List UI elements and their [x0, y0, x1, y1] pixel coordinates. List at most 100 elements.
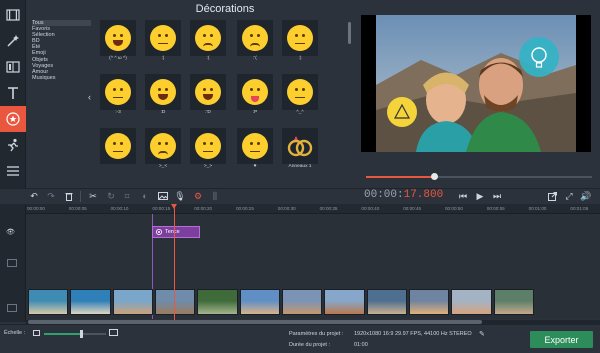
sticker-thumbnail — [100, 128, 136, 164]
emoji-sticker-icon — [195, 79, 221, 105]
next-frame-button[interactable]: ⏭ — [491, 190, 503, 202]
sticker-thumbnail — [145, 128, 181, 164]
export-button[interactable]: Exporter — [530, 331, 593, 348]
sticker-thumbnail — [190, 20, 226, 56]
video-clip-thumbnail[interactable] — [366, 289, 407, 315]
scale-label: Échelle : — [4, 330, 26, 336]
sticker-item[interactable] — [100, 128, 136, 172]
sticker-item[interactable]: :D — [145, 74, 181, 118]
sticker-thumbnail — [100, 20, 136, 56]
delete-button[interactable] — [63, 190, 75, 202]
sticker-clip[interactable]: Tence — [152, 226, 200, 238]
zoom-out-icon[interactable] — [33, 330, 40, 336]
collapse-panel-icon[interactable]: ‹ — [88, 92, 96, 106]
video-clip-thumbnail[interactable] — [197, 289, 238, 315]
preview-scrubber-handle[interactable] — [430, 173, 438, 180]
video-clip-thumbnail[interactable] — [239, 289, 280, 315]
motion-button[interactable] — [0, 132, 26, 158]
sticker-item[interactable]: :'( — [237, 20, 273, 64]
category-item[interactable]: Musiques — [32, 75, 91, 81]
equalizer-button[interactable]: ⫼ — [209, 190, 221, 202]
text-icon — [8, 87, 18, 99]
video-clip-thumbnail[interactable] — [451, 289, 492, 315]
color-adjust-button[interactable]: ◐ — [139, 190, 151, 202]
rings-sticker-icon — [287, 136, 313, 157]
crop-button[interactable]: ⌗ — [121, 190, 133, 202]
filters-button[interactable] — [0, 28, 26, 54]
playhead-handle[interactable] — [171, 204, 177, 209]
sticker-thumbnail — [282, 74, 318, 110]
ruler-tick-label: 00:00:45 — [403, 206, 422, 211]
detach-preview-button[interactable] — [546, 190, 558, 202]
more-icon — [7, 166, 19, 176]
split-button[interactable]: ✂ — [87, 190, 99, 202]
transitions-button[interactable] — [0, 54, 26, 80]
volume-button[interactable]: 🔊 — [580, 190, 592, 202]
playhead[interactable] — [174, 204, 175, 322]
undo-button[interactable]: ↶ — [28, 190, 40, 202]
ruler-tick-label: 00:00:15 — [152, 206, 171, 211]
sticker-item[interactable]: :| — [145, 20, 181, 64]
sticker-thumbnail — [190, 128, 226, 164]
sticker-item[interactable]: Anneaux 1 — [282, 128, 318, 172]
zoom-in-icon[interactable] — [109, 329, 118, 336]
video-track[interactable] — [28, 289, 534, 315]
sticker-item[interactable]: >_< — [145, 128, 181, 172]
video-clip-thumbnail[interactable] — [493, 289, 534, 315]
sticker-item[interactable]: :'D — [190, 74, 226, 118]
video-preview[interactable] — [361, 15, 591, 152]
import-media-button[interactable] — [0, 2, 26, 28]
ruler-tick-label: 00:00:30 — [277, 206, 296, 211]
video-clip-thumbnail[interactable] — [408, 289, 450, 315]
skip-back-icon: ⏮ — [458, 190, 468, 201]
zoom-slider-handle[interactable] — [80, 330, 84, 338]
gear-icon: ⚙ — [193, 190, 203, 201]
panel-title: Décorations — [195, 3, 255, 15]
play-button[interactable]: ▶ — [474, 190, 486, 202]
record-audio-button[interactable]: 🎙 — [174, 190, 186, 202]
previous-frame-button[interactable]: ⏮ — [457, 190, 469, 202]
video-clip-thumbnail[interactable] — [281, 289, 323, 315]
video-clip-thumbnail[interactable] — [324, 289, 365, 315]
emoji-sticker-icon — [150, 79, 176, 105]
more-tools-button[interactable] — [0, 158, 26, 184]
sticker-caption: >_> — [203, 164, 213, 169]
project-duration-label: Durée du projet : — [289, 342, 330, 348]
edit-params-icon[interactable]: ✎ — [479, 330, 485, 338]
video-clip-thumbnail[interactable] — [28, 289, 69, 315]
volume-icon: 🔊 — [580, 190, 592, 201]
sticker-item[interactable]: :-3 — [100, 74, 136, 118]
sticker-scrollbar[interactable] — [348, 22, 351, 44]
ruler-tick-label: 00:01:00 — [528, 206, 547, 211]
clip-properties-button[interactable]: ⚙ — [192, 190, 204, 202]
stickers-button[interactable] — [0, 106, 26, 132]
insert-image-button[interactable] — [157, 190, 169, 202]
sticker-item[interactable]: :( — [190, 20, 226, 64]
rotate-button[interactable]: ↻ — [105, 190, 117, 202]
redo-button[interactable]: ↷ — [45, 190, 57, 202]
video-clip-thumbnail[interactable] — [154, 289, 196, 315]
project-duration-value: 01:00 — [354, 342, 368, 348]
timecode-current: 17.800 — [403, 189, 444, 201]
eye-icon[interactable]: 👁 — [6, 228, 15, 236]
sticker-item[interactable]: :) — [282, 20, 318, 64]
film-import-icon — [6, 9, 20, 21]
sticker-item[interactable]: >_> — [190, 128, 226, 172]
sticker-item[interactable]: (^ ^ ω ^) — [100, 20, 136, 64]
sticker-item[interactable]: ^_^ — [282, 74, 318, 118]
preview-frame-image — [376, 15, 576, 152]
ruler-tick-label: 00:00:50 — [445, 206, 463, 211]
video-clip-thumbnail[interactable] — [70, 289, 111, 315]
sticker-caption: >_< — [158, 164, 168, 169]
sticker-caption: :( — [206, 56, 210, 61]
video-clip-thumbnail[interactable] — [112, 289, 153, 315]
sticker-item[interactable]: :P — [237, 74, 273, 118]
fullscreen-button[interactable]: ⤢ — [563, 190, 575, 202]
timeline-ruler[interactable]: 00:00:00 00:00:05 00:00:10 00:00:15 00:00:20… — [26, 204, 600, 214]
sticker-item[interactable]: ♥ — [237, 128, 273, 172]
fullscreen-icon: ⤢ — [565, 190, 573, 201]
image-icon — [158, 192, 168, 200]
rotate-icon: ↻ — [107, 190, 115, 201]
titles-button[interactable] — [0, 80, 26, 106]
contrast-icon: ◐ — [142, 191, 148, 201]
